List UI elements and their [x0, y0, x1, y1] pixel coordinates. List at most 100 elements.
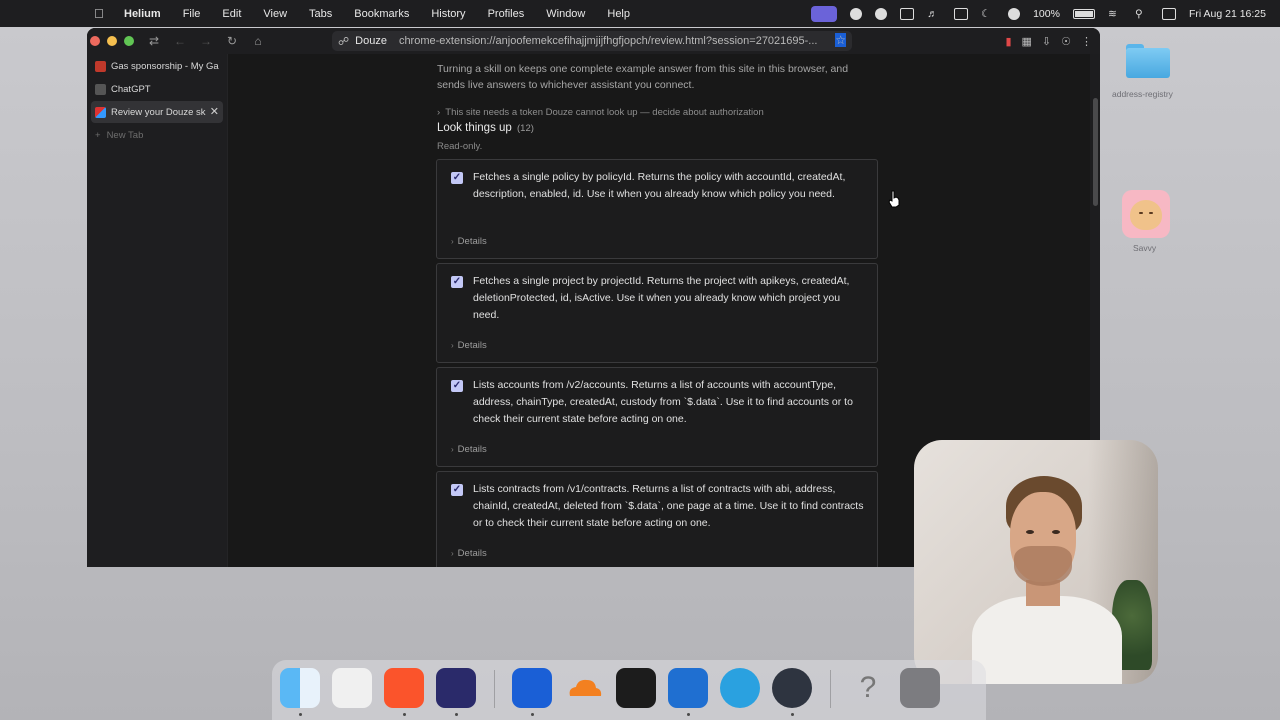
- folder-icon[interactable]: [1126, 44, 1170, 78]
- details-label: Details: [457, 444, 487, 455]
- skill-checkbox[interactable]: ✓: [451, 484, 463, 496]
- token-note-text: This site needs a token Douze cannot loo…: [445, 107, 764, 118]
- eye-shape: [1052, 530, 1060, 534]
- quicktime-icon[interactable]: [772, 668, 812, 708]
- folder-body-shape: [1126, 48, 1170, 78]
- apple-icon[interactable]: : [94, 6, 110, 21]
- douze-extension-icon[interactable]: ▮: [1005, 35, 1011, 48]
- section-count: (12): [517, 123, 534, 134]
- notes-app-icon[interactable]: [436, 668, 476, 708]
- savvy-app-icon[interactable]: [1122, 190, 1170, 238]
- grid-dots-app-icon[interactable]: [616, 668, 656, 708]
- tab-gas-sponsorship[interactable]: Gas sponsorship - My Ga: [91, 55, 223, 77]
- downloads-icon[interactable]: ⇩: [1042, 35, 1051, 48]
- address-bar[interactable]: ☍ Douze chrome-extension://anjoofemekcef…: [332, 31, 852, 51]
- forward-icon[interactable]: →: [200, 34, 212, 48]
- menu-view[interactable]: View: [263, 8, 287, 20]
- help-question-icon[interactable]: ?: [848, 668, 888, 708]
- keyboard-icon[interactable]: [900, 7, 915, 20]
- extensions-icon[interactable]: ▦: [1022, 35, 1032, 48]
- menu-bar:  Helium File Edit View Tabs Bookmarks H…: [0, 0, 1280, 27]
- details-toggle[interactable]: › Details: [451, 444, 487, 455]
- menu-file[interactable]: File: [183, 8, 201, 20]
- close-tab-icon[interactable]: ✕: [210, 105, 219, 118]
- home-icon[interactable]: ⌂: [252, 34, 264, 48]
- chevron-right-icon: ›: [451, 341, 454, 350]
- skill-card: ✓ Lists contracts from /v1/contracts. Re…: [436, 471, 878, 567]
- clock[interactable]: Fri Aug 21 16:25: [1189, 8, 1266, 20]
- skill-description: Fetches a single project by projectId. R…: [473, 275, 850, 321]
- token-note[interactable]: › This site needs a token Douze cannot l…: [437, 107, 764, 118]
- skill-description: Fetches a single policy by policyId. Ret…: [473, 171, 846, 200]
- close-window-button[interactable]: [90, 36, 100, 46]
- menu-profiles[interactable]: Profiles: [488, 8, 525, 20]
- new-tab-label: New Tab: [106, 129, 144, 141]
- running-indicator: [299, 713, 302, 716]
- finder-icon[interactable]: [280, 668, 320, 708]
- dock-separator: [830, 670, 831, 708]
- reload-icon[interactable]: ↻: [226, 34, 238, 48]
- chevron-right-icon: ›: [451, 445, 454, 454]
- asterisk-app-icon[interactable]: [512, 668, 552, 708]
- trash-icon[interactable]: [900, 668, 940, 708]
- compass-icon[interactable]: [875, 7, 888, 20]
- menu-edit[interactable]: Edit: [222, 8, 241, 20]
- screen-record-icon[interactable]: [811, 5, 838, 22]
- intro-text: Turning a skill on keeps one complete ex…: [437, 63, 849, 91]
- new-tab-button[interactable]: + New Tab: [91, 124, 223, 146]
- details-label: Details: [457, 236, 487, 247]
- scrollbar-thumb[interactable]: [1093, 98, 1098, 206]
- section-heading: Look things up (12): [437, 122, 534, 134]
- douze-icon: [95, 106, 106, 118]
- section-title: Look things up: [437, 122, 512, 134]
- vscode-icon[interactable]: [668, 668, 708, 708]
- cloud-status-icon[interactable]: [850, 7, 863, 20]
- menu-tabs[interactable]: Tabs: [309, 8, 332, 20]
- tab-douze-review[interactable]: Review your Douze sk ✕: [91, 101, 223, 123]
- launchpad-icon[interactable]: [332, 668, 372, 708]
- back-icon[interactable]: ←: [174, 34, 186, 48]
- profile-icon[interactable]: ☉: [1061, 35, 1071, 48]
- skill-checkbox[interactable]: ✓: [451, 380, 463, 392]
- battery-icon[interactable]: [1072, 8, 1095, 19]
- menu-help[interactable]: Help: [607, 8, 630, 20]
- menu-window[interactable]: Window: [546, 8, 585, 20]
- menu-bookmarks[interactable]: Bookmarks: [354, 8, 409, 20]
- skill-card: ✓ Fetches a single policy by policyId. R…: [436, 159, 878, 259]
- url-text[interactable]: chrome-extension://anjoofemekcefihajjmji…: [399, 35, 818, 47]
- vertical-tab-strip: Gas sponsorship - My Ga ChatGPT Review y…: [87, 54, 228, 567]
- details-toggle[interactable]: › Details: [451, 548, 487, 559]
- beard-shape: [1014, 546, 1072, 586]
- volume-icon[interactable]: ♬: [927, 8, 941, 20]
- minimize-window-button[interactable]: [107, 36, 117, 46]
- menu-history[interactable]: History: [431, 8, 465, 20]
- zoom-window-button[interactable]: [124, 36, 134, 46]
- menu-app-name[interactable]: Helium: [124, 8, 161, 20]
- play-icon[interactable]: [1008, 7, 1021, 20]
- skill-checkbox[interactable]: ✓: [451, 172, 463, 184]
- moon-icon[interactable]: ☾: [981, 8, 995, 20]
- dock: ?: [272, 660, 986, 720]
- details-label: Details: [457, 548, 487, 559]
- browser-toolbar: ⇄ ← → ↻ ⌂ ☍ Douze chrome-extension://anj…: [87, 28, 1100, 54]
- read-only-label: Read-only.: [437, 141, 483, 152]
- more-menu-icon[interactable]: ⋮: [1081, 35, 1092, 48]
- tab-chatgpt[interactable]: ChatGPT: [91, 78, 223, 100]
- skill-checkbox[interactable]: ✓: [451, 276, 463, 288]
- tab-label: Gas sponsorship - My Ga: [111, 60, 219, 72]
- brave-browser-icon[interactable]: [384, 668, 424, 708]
- bookmark-star-icon[interactable]: ☆: [835, 33, 846, 47]
- sidebar-toggle-icon[interactable]: ⇄: [148, 34, 160, 48]
- savvy-eye-shape: [1149, 212, 1153, 214]
- details-toggle[interactable]: › Details: [451, 340, 487, 351]
- skill-card: ✓ Lists accounts from /v2/accounts. Retu…: [436, 367, 878, 467]
- spotlight-search-icon[interactable]: ⚲: [1135, 8, 1149, 20]
- wifi-icon[interactable]: ≋: [1108, 8, 1122, 20]
- telegram-icon[interactable]: [720, 668, 760, 708]
- chevron-right-icon: ›: [437, 107, 443, 118]
- display-icon[interactable]: [954, 7, 969, 20]
- plus-icon: +: [95, 129, 101, 141]
- details-toggle[interactable]: › Details: [451, 236, 487, 247]
- control-center-icon[interactable]: [1161, 7, 1176, 20]
- cloudflare-icon[interactable]: [564, 668, 604, 708]
